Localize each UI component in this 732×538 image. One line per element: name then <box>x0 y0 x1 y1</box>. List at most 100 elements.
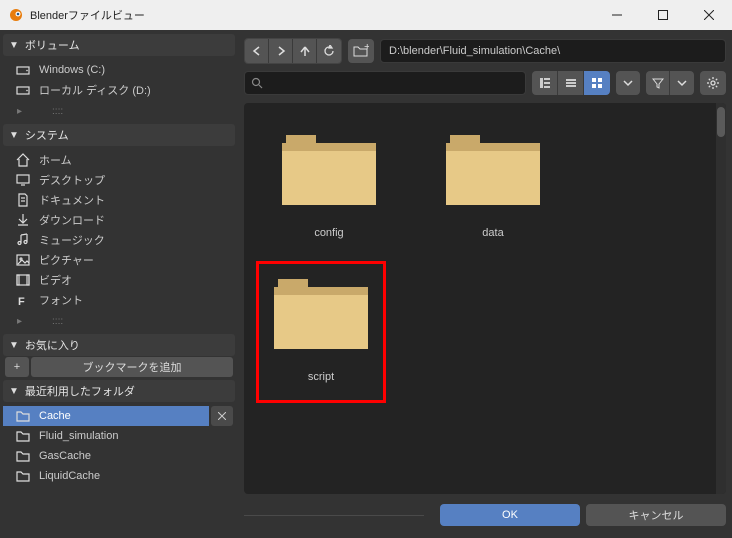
forward-button[interactable] <box>269 39 293 63</box>
up-button[interactable] <box>293 39 317 63</box>
file-item-config[interactable]: config <box>264 129 394 239</box>
add-bookmark-plus-button[interactable]: + <box>5 357 29 377</box>
folder-icon <box>15 468 31 484</box>
blender-icon <box>8 7 24 23</box>
folder-icon <box>274 273 368 349</box>
system-item[interactable]: ピクチャー <box>3 250 235 270</box>
volume-item[interactable]: Windows (C:) <box>3 60 235 80</box>
cancel-label: キャンセル <box>629 507 684 523</box>
picture-icon <box>15 252 31 268</box>
recent-label: LiquidCache <box>39 470 100 482</box>
footer: OK キャンセル <box>244 498 726 532</box>
document-icon <box>15 192 31 208</box>
system-label: ミュージック <box>39 232 105 248</box>
system-item[interactable]: ミュージック <box>3 230 235 250</box>
recent-label: Cache <box>39 410 71 422</box>
tool-dot-icon[interactable]: ▸ <box>17 316 22 327</box>
music-icon <box>15 232 31 248</box>
folder-icon <box>282 129 376 205</box>
file-label: config <box>314 227 343 239</box>
disclosure-triangle-icon: ▼ <box>9 386 19 397</box>
filter-button[interactable] <box>646 71 670 95</box>
volume-item[interactable]: ローカル ディスク (D:) <box>3 80 235 100</box>
panel-header-volumes[interactable]: ▼ ボリューム <box>3 34 235 56</box>
tool-grip-icon[interactable]: :::: <box>52 106 63 117</box>
recent-label: GasCache <box>39 450 91 462</box>
system-label: フォント <box>39 292 83 308</box>
volume-label: Windows (C:) <box>39 64 105 76</box>
panel-header-recent[interactable]: ▼ 最近利用したフォルダ <box>3 380 235 402</box>
disclosure-triangle-icon: ▼ <box>9 130 19 141</box>
system-label: デスクトップ <box>39 172 105 188</box>
maximize-button[interactable] <box>640 0 686 30</box>
refresh-button[interactable] <box>317 39 341 63</box>
system-item[interactable]: デスクトップ <box>3 170 235 190</box>
view-thumbnail-button[interactable] <box>584 71 610 95</box>
path-input[interactable] <box>380 39 726 63</box>
search-input[interactable] <box>244 71 526 95</box>
favorites-title: お気に入り <box>25 337 80 353</box>
recent-item[interactable]: Fluid_simulation <box>3 426 235 446</box>
system-item[interactable]: F フォント <box>3 290 235 310</box>
ok-label: OK <box>502 509 518 521</box>
system-tools: ▸ :::: <box>3 310 235 332</box>
tool-grip-icon[interactable]: :::: <box>52 316 63 327</box>
system-label: ビデオ <box>39 272 72 288</box>
view-options-dropdown[interactable] <box>616 71 640 95</box>
system-title: システム <box>25 127 69 143</box>
titlebar: Blenderファイルビュー <box>0 0 732 30</box>
view-list-vertical-button[interactable] <box>532 71 558 95</box>
panel-header-favorites[interactable]: ▼ お気に入り <box>3 334 235 356</box>
file-label: data <box>482 227 503 239</box>
system-item[interactable]: ドキュメント <box>3 190 235 210</box>
settings-button[interactable] <box>700 71 726 95</box>
file-label: script <box>308 371 334 383</box>
system-item[interactable]: ホーム <box>3 150 235 170</box>
folder-icon <box>15 408 31 424</box>
view-list-horizontal-button[interactable] <box>558 71 584 95</box>
filter-dropdown[interactable] <box>670 71 694 95</box>
search-icon <box>251 77 263 89</box>
system-item[interactable]: ダウンロード <box>3 210 235 230</box>
recent-title: 最近利用したフォルダ <box>25 383 135 399</box>
cancel-button[interactable]: キャンセル <box>586 504 726 526</box>
folder-icon <box>446 129 540 205</box>
window-title: Blenderファイルビュー <box>30 7 594 23</box>
system-item[interactable]: ビデオ <box>3 270 235 290</box>
back-button[interactable] <box>245 39 269 63</box>
recent-item[interactable]: Cache <box>3 406 209 426</box>
recent-item[interactable]: GasCache <box>3 446 235 466</box>
main-area: + config data <box>238 30 732 538</box>
file-area: config data script <box>244 103 726 494</box>
toolbar-view <box>244 69 726 97</box>
folder-icon <box>15 428 31 444</box>
disk-icon <box>15 62 31 78</box>
home-icon <box>15 152 31 168</box>
system-label: ホーム <box>39 152 72 168</box>
remove-recent-button[interactable] <box>211 406 233 426</box>
sidebar: ▼ ボリューム Windows (C:) ローカル ディスク (D:) ▸ ::… <box>0 30 238 538</box>
tool-dot-icon[interactable]: ▸ <box>17 106 22 117</box>
recent-label: Fluid_simulation <box>39 430 118 442</box>
recent-item[interactable]: LiquidCache <box>3 466 235 486</box>
file-item-script[interactable]: script <box>256 261 386 403</box>
scrollbar-thumb[interactable] <box>717 107 725 137</box>
add-bookmark-button[interactable]: ブックマークを追加 <box>31 357 233 377</box>
footer-divider <box>244 515 424 516</box>
system-label: ダウンロード <box>39 212 105 228</box>
new-folder-button[interactable]: + <box>348 39 374 63</box>
folder-icon <box>15 448 31 464</box>
file-item-data[interactable]: data <box>428 129 558 239</box>
desktop-icon <box>15 172 31 188</box>
panel-header-system[interactable]: ▼ システム <box>3 124 235 146</box>
minimize-button[interactable] <box>594 0 640 30</box>
svg-text:F: F <box>18 296 25 308</box>
close-button[interactable] <box>686 0 732 30</box>
font-icon: F <box>15 292 31 308</box>
scrollbar[interactable] <box>716 103 726 494</box>
system-label: ドキュメント <box>39 192 105 208</box>
ok-button[interactable]: OK <box>440 504 580 526</box>
svg-text:+: + <box>364 44 369 53</box>
video-icon <box>15 272 31 288</box>
volume-label: ローカル ディスク (D:) <box>39 82 151 98</box>
